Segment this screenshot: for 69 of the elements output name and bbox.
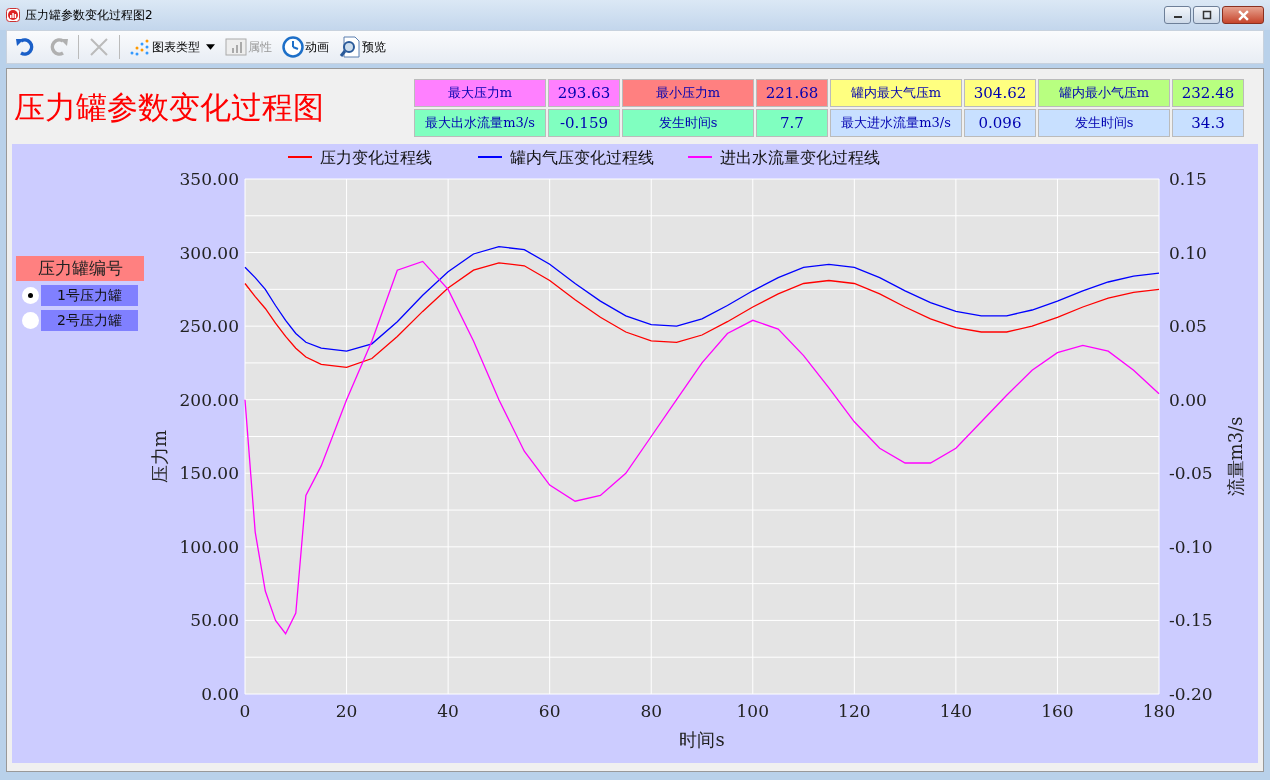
axis-title: 流量m3/s [1225,416,1246,497]
stat-label: 罐内最大气压m [830,79,962,107]
stat-value: 232.48 [1172,79,1244,107]
stat-value: -0.159 [548,109,620,137]
bar-chart-icon [225,36,247,58]
axis-tick-label: 140 [939,701,973,721]
stat-label: 罐内最小气压m [1038,79,1170,107]
axis-tick-label: 100 [736,701,769,721]
maximize-icon [1201,10,1212,20]
axis-tick-label: -0.10 [1169,536,1213,557]
tank-option[interactable]: 2号压力罐 [41,310,138,331]
minimize-button[interactable] [1164,6,1191,24]
axis-tick-label: 0.15 [1169,169,1207,189]
axis-tick-label: 200.00 [179,389,239,410]
legend-label: 压力变化过程线 [320,148,432,167]
stat-label: 最小压力m [622,79,754,107]
app-icon [6,8,20,22]
axis-tick-label: 180 [1142,701,1176,721]
axis-tick-label: 80 [640,701,663,721]
window-title: 压力罐参数变化过程图2 [25,6,153,24]
legend-label: 进出水流量变化过程线 [720,148,880,167]
stat-label: 最大出水流量m3/s [414,109,546,137]
stat-label: 发生时间s [1038,109,1170,137]
cross-icon [88,36,110,58]
axis-tick-label: 0.00 [201,684,239,704]
axis-tick-label: -0.15 [1169,610,1213,631]
caret-icon [206,44,215,50]
stat-label: 最大进水流量m3/s [830,109,962,137]
maximize-button[interactable] [1193,6,1220,24]
axis-title: 时间s [679,729,725,750]
axis-tick-label: 50.00 [190,610,239,631]
stat-value: 7.7 [756,109,828,137]
axis-tick-label: 300.00 [179,242,239,263]
animation-button[interactable]: 动画 [278,34,333,60]
tank-option[interactable]: 1号压力罐 [41,285,138,306]
axis-tick-label: 350.00 [179,169,239,189]
axis-tick-label: 0.00 [1169,389,1207,410]
axis-tick-label: 150.00 [179,463,239,484]
stat-value: 304.62 [964,79,1036,107]
magnifier-icon [339,36,361,58]
stat-value: 293.63 [548,79,620,107]
stat-value: 0.096 [964,109,1036,137]
axis-tick-label: 60 [538,701,561,721]
axis-tick-label: 120 [838,701,871,721]
axis-tick-label: -0.20 [1169,684,1213,704]
selector-title: 压力罐编号 [16,256,144,281]
stat-label: 发生时间s [622,109,754,137]
stat-value: 221.68 [756,79,828,107]
axis-tick-label: 160 [1041,701,1074,721]
axis-tick-label: 20 [335,701,358,721]
radio-button[interactable] [22,287,39,304]
axis-tick-label: 0 [239,701,251,721]
axis-tick-label: 0.05 [1169,316,1207,337]
axis-tick-label: 0.10 [1169,242,1207,263]
stat-value: 34.3 [1172,109,1244,137]
preview-button[interactable]: 预览 [335,34,390,60]
legend-label: 罐内气压变化过程线 [510,148,654,167]
close-icon [1237,9,1249,21]
radio-button[interactable] [22,312,39,329]
close-button[interactable] [1222,6,1264,24]
axis-title: 压力m [149,429,170,484]
clock-icon [282,36,304,58]
axis-tick-label: -0.05 [1169,463,1213,484]
axis-tick-label: 40 [437,701,459,721]
chart-heading: 压力罐参数变化过程图 [13,88,325,127]
chart-type-button[interactable]: 图表类型 [125,34,219,60]
axis-tick-label: 250.00 [179,316,239,337]
stat-label: 最大压力m [414,79,546,107]
axis-tick-label: 100.00 [179,536,239,557]
